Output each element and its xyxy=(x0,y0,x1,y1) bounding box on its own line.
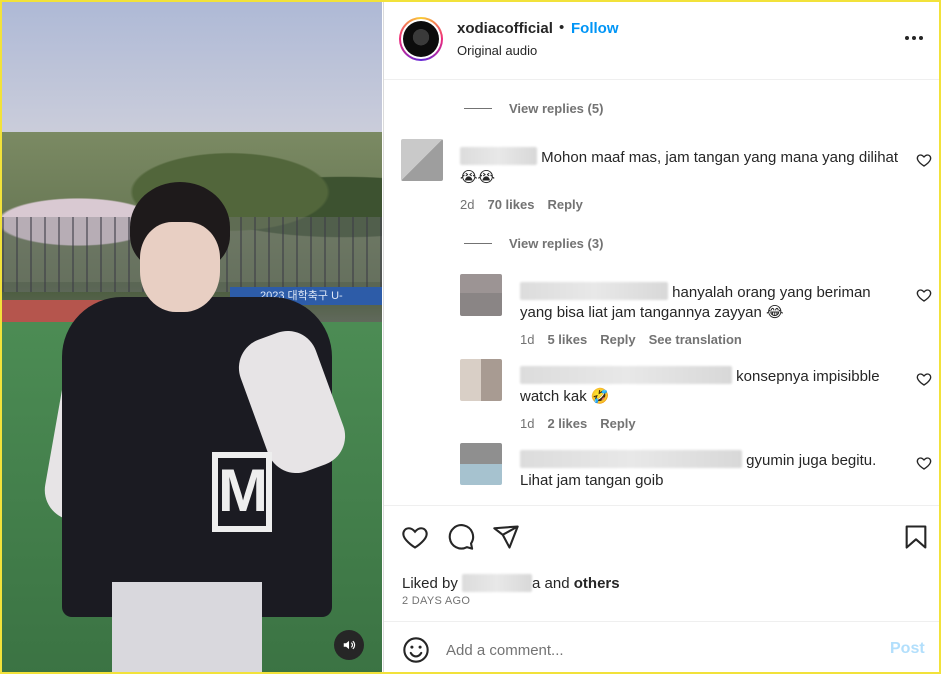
person-pants xyxy=(112,582,262,672)
comment-like-icon[interactable] xyxy=(916,371,932,387)
blurred-username xyxy=(520,366,732,384)
avatar-image xyxy=(403,21,439,57)
more-options-icon[interactable] xyxy=(900,26,928,50)
blurred-username xyxy=(520,450,742,468)
comment-icon[interactable] xyxy=(447,523,475,551)
comment-like-icon[interactable] xyxy=(916,287,932,303)
view-replies-button[interactable]: View replies (5) xyxy=(464,101,603,116)
avatar[interactable] xyxy=(399,17,443,61)
comments-list[interactable]: View replies (5) Mohon maaf mas, jam tan… xyxy=(384,81,939,505)
comment-text: Mohon maaf mas, jam tangan yang mana yan… xyxy=(460,147,900,188)
liked-by-text[interactable]: Liked by a and others xyxy=(402,574,620,592)
view-replies-label: View replies (5) xyxy=(509,101,604,116)
comment-like-icon[interactable] xyxy=(916,152,932,168)
comment-input[interactable] xyxy=(446,637,866,663)
comment-composer: Post xyxy=(384,621,939,672)
comment-meta: 2d 70 likes Reply xyxy=(460,197,596,212)
person-face xyxy=(140,222,220,312)
comment-age: 1d xyxy=(520,332,535,347)
comment-text: konsepnya impisibble watch kak 🤣 xyxy=(520,366,900,407)
commenter-avatar[interactable] xyxy=(460,274,502,316)
post-button[interactable]: Post xyxy=(890,640,925,658)
reel-video[interactable]: 2023 대학축구 U-LEAGUE M xyxy=(2,2,382,672)
comment-likes[interactable]: 2 likes xyxy=(547,416,587,431)
post-header: xodiacofficial • Follow Original audio xyxy=(384,2,939,80)
reply-button[interactable]: Reply xyxy=(600,332,635,347)
volume-icon[interactable] xyxy=(334,630,364,660)
blurred-username xyxy=(460,147,537,165)
view-replies-label: View replies (3) xyxy=(509,236,604,251)
liked-suffix: a and xyxy=(532,575,570,592)
comment-text: hanyalah orang yang beriman yang bisa li… xyxy=(520,282,900,323)
jacket-letter: M xyxy=(212,452,272,532)
replies-line xyxy=(464,108,492,109)
bookmark-icon[interactable] xyxy=(902,523,930,551)
commenter-avatar[interactable] xyxy=(460,443,502,485)
comment-like-icon[interactable] xyxy=(916,455,932,471)
liked-prefix: Liked by xyxy=(402,575,458,592)
video-person: M xyxy=(40,182,354,672)
audio-link[interactable]: Original audio xyxy=(457,43,537,58)
comment-likes[interactable]: 70 likes xyxy=(487,197,534,212)
username-link[interactable]: xodiacofficial xyxy=(457,20,553,37)
reply-button[interactable]: Reply xyxy=(547,197,582,212)
reply-button[interactable]: Reply xyxy=(600,416,635,431)
post-date[interactable]: 2 DAYS AGO xyxy=(402,595,470,607)
comment-meta: 1d 5 likes Reply See translation xyxy=(520,332,755,347)
post-actions: Liked by a and others 2 DAYS AGO xyxy=(384,505,939,621)
see-translation-button[interactable]: See translation xyxy=(649,332,742,347)
window-frame: 2023 대학축구 U-LEAGUE M xodiacofficial • Fo… xyxy=(0,0,941,674)
follow-button[interactable]: Follow xyxy=(571,20,619,37)
heart-icon[interactable] xyxy=(401,523,429,551)
avatar-inner xyxy=(401,19,441,59)
comment-age: 2d xyxy=(460,197,475,212)
commenter-avatar[interactable] xyxy=(401,139,443,181)
separator-dot: • xyxy=(559,19,565,36)
emoji-icon[interactable] xyxy=(402,636,430,664)
liked-others-link[interactable]: others xyxy=(574,575,620,592)
comment-age: 1d xyxy=(520,416,535,431)
blurred-username xyxy=(520,282,668,300)
send-icon[interactable] xyxy=(492,523,520,551)
view-replies-button[interactable]: View replies (3) xyxy=(464,236,603,251)
comment-text: gyumin juga begitu. Lihat jam tangan goi… xyxy=(520,450,900,491)
post-side-panel: xodiacofficial • Follow Original audio V… xyxy=(383,2,939,672)
commenter-avatar[interactable] xyxy=(460,359,502,401)
comment-meta: 1d 2 likes Reply xyxy=(520,416,649,431)
replies-line xyxy=(464,243,492,244)
blurred-username xyxy=(462,574,533,592)
comment-likes[interactable]: 5 likes xyxy=(547,332,587,347)
